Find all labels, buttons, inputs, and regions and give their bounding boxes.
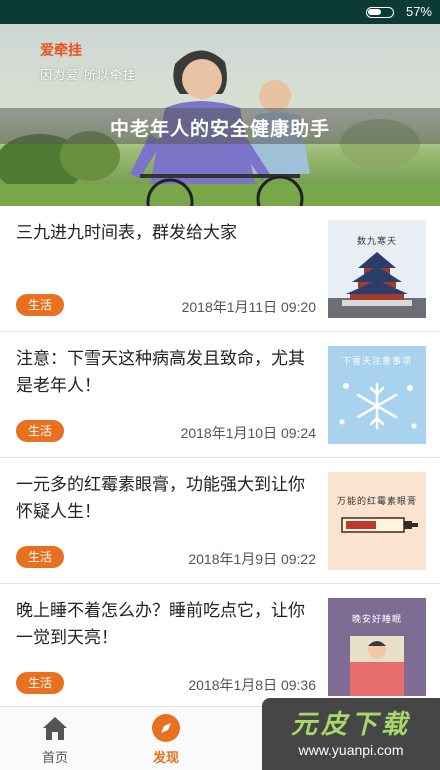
snowflake-icon xyxy=(339,382,417,430)
home-icon xyxy=(43,717,67,740)
watermark-title: 元皮下载 xyxy=(290,710,411,740)
banner-caption: 中老年人的安全健康助手 xyxy=(109,118,330,140)
article-card[interactable]: 晚上睡不着怎么办？睡前吃点它，让你一觉到天亮！ 生活 2018年1月8日 09:… xyxy=(0,584,440,710)
watermark-url: www.yuanpi.com xyxy=(298,742,404,758)
brand-logo: 爱牵挂 xyxy=(40,43,82,59)
article-date: 2018年1月9日 09:22 xyxy=(188,551,316,567)
battery-level xyxy=(368,9,382,15)
article-title[interactable]: 一元多的红霉素眼膏，功能强大到让你怀疑人生！ xyxy=(16,472,316,526)
article-title[interactable]: 注意：下雪天这种病高发且致命，尤其是老年人！ xyxy=(16,346,316,400)
temple-of-heaven-icon xyxy=(328,252,426,318)
category-tag[interactable]: 生活 xyxy=(16,294,64,316)
nav-label-home: 首页 xyxy=(41,751,68,766)
battery-icon xyxy=(366,7,394,18)
article-date: 2018年1月10日 09:24 xyxy=(180,425,316,441)
article-card[interactable]: 注意：下雪天这种病高发且致命，尤其是老年人！ 生活 2018年1月10日 09:… xyxy=(0,332,440,458)
article-thumbnail[interactable]: 晚安好睡眠 xyxy=(328,598,426,696)
category-tag[interactable]: 生活 xyxy=(16,672,64,694)
nav-item-home[interactable]: 首页 xyxy=(25,713,85,766)
compass-icon xyxy=(152,714,180,742)
category-tag[interactable]: 生活 xyxy=(16,420,64,442)
ointment-tube-icon xyxy=(341,517,418,533)
article-card[interactable]: 三九进九时间表，群发给大家 生活 2018年1月11日 09:20 数九寒天 xyxy=(0,206,440,332)
category-tag[interactable]: 生活 xyxy=(16,546,64,568)
hero-banner[interactable]: 爱牵挂 因为爱 所以牵挂 中老年人的安全健康助手 xyxy=(0,24,440,206)
nav-label-discover: 发现 xyxy=(152,751,179,766)
article-title[interactable]: 三九进九时间表，群发给大家 xyxy=(16,220,316,247)
article-thumbnail[interactable]: 下雪天注意事项 xyxy=(328,346,426,444)
article-card[interactable]: 一元多的红霉素眼膏，功能强大到让你怀疑人生！ 生活 2018年1月9日 09:2… xyxy=(0,458,440,584)
battery-percentage: 57% xyxy=(405,4,432,19)
article-thumbnail[interactable]: 数九寒天 xyxy=(328,220,426,318)
article-title[interactable]: 晚上睡不着怎么办？睡前吃点它，让你一觉到天亮！ xyxy=(16,598,316,652)
watermark-logo: 元皮下载 www.yuanpi.com xyxy=(262,698,440,770)
sleeping-person-icon xyxy=(350,636,404,696)
article-date: 2018年1月8日 09:36 xyxy=(188,677,316,693)
article-thumbnail[interactable]: 万能的红霉素眼膏 xyxy=(328,472,426,570)
nav-item-discover[interactable]: 发现 xyxy=(136,713,196,766)
article-feed[interactable]: 三九进九时间表，群发给大家 生活 2018年1月11日 09:20 数九寒天 注… xyxy=(0,206,440,710)
article-date: 2018年1月11日 09:20 xyxy=(181,299,316,315)
brand-slogan: 因为爱 所以牵挂 xyxy=(40,68,136,82)
status-bar: 57% xyxy=(0,0,440,24)
